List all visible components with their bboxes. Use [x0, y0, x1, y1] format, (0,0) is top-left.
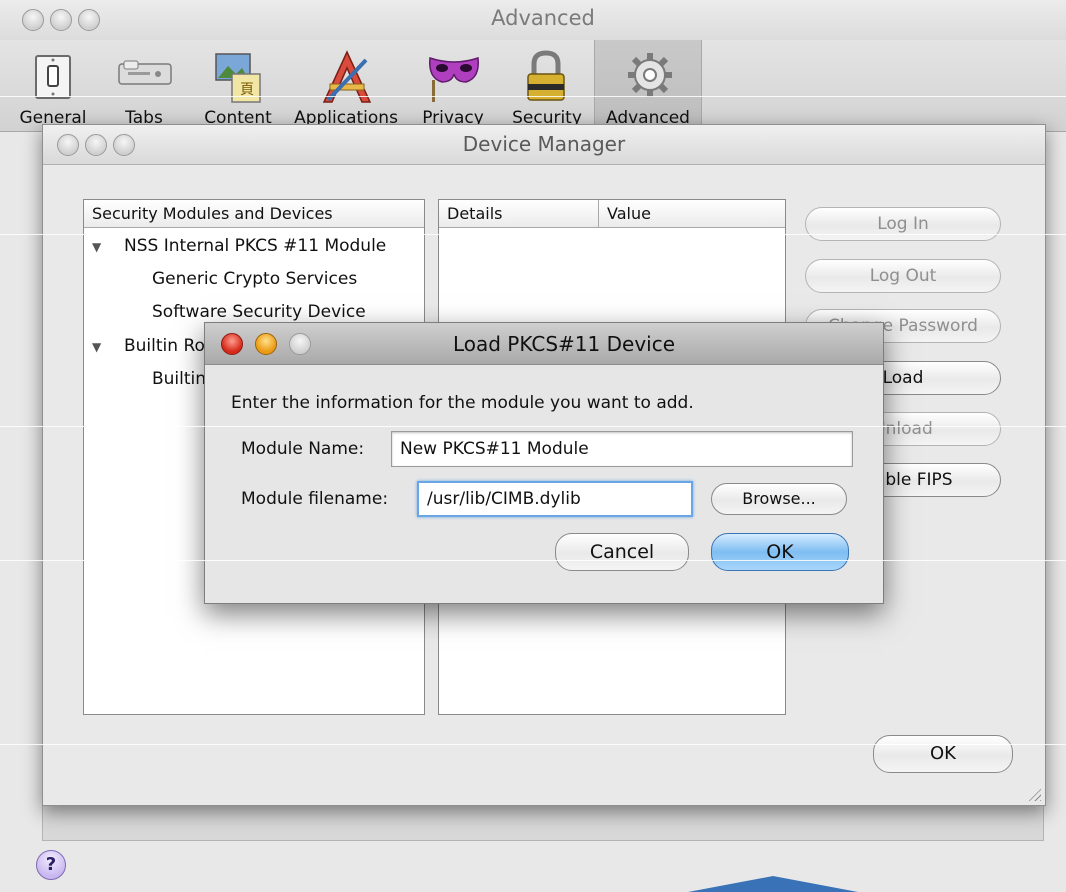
column-header-details[interactable]: Details: [439, 200, 599, 228]
device-manager-ok-button[interactable]: OK: [873, 735, 1013, 773]
load-dialog-titlebar: Load PKCS#11 Device: [205, 323, 883, 365]
tree-item-nss-internal[interactable]: NSS Internal PKCS #11 Module: [124, 236, 386, 256]
decorative-wedge: [688, 876, 858, 892]
prefs-body-strip: [42, 805, 1044, 841]
scanline: [0, 234, 1066, 235]
device-manager-titlebar: Device Manager: [43, 125, 1045, 165]
load-dialog-prompt: Enter the information for the module you…: [231, 393, 694, 413]
log-out-button[interactable]: Log Out: [805, 259, 1001, 293]
toolbar-item-tabs[interactable]: Tabs: [98, 40, 190, 132]
browse-button[interactable]: Browse...: [711, 483, 847, 515]
toolbar-item-general[interactable]: General: [8, 40, 98, 132]
help-button[interactable]: ?: [36, 850, 66, 880]
log-in-button[interactable]: Log In: [805, 207, 1001, 241]
gear-icon: [628, 53, 672, 97]
scanline: [0, 426, 1066, 427]
toolbar-item-content[interactable]: 頁 Content: [190, 40, 286, 132]
tree-item-builtin-roots[interactable]: Builtin Ro: [124, 336, 205, 356]
toolbar-item-privacy[interactable]: Privacy: [406, 40, 500, 132]
tree-item-builtin[interactable]: Builtin: [152, 369, 206, 389]
prefs-window-title: Advanced: [491, 6, 595, 30]
disclosure-triangle-nss[interactable]: ▼: [92, 240, 101, 254]
prefs-titlebar: Advanced: [0, 0, 1066, 40]
device-manager-title: Device Manager: [462, 132, 626, 156]
module-name-field[interactable]: [391, 431, 853, 467]
scanline: [0, 560, 1066, 561]
toolbar-item-advanced[interactable]: Advanced: [594, 40, 702, 132]
prefs-toolbar: General Tabs 頁 Content Applications Priv…: [0, 40, 1066, 132]
scanline: [0, 744, 1066, 745]
module-filename-label: Module filename:: [241, 489, 389, 509]
module-name-label: Module Name:: [241, 439, 365, 459]
cancel-button[interactable]: Cancel: [555, 533, 689, 571]
tab-bar-icon: [118, 60, 172, 85]
load-dialog-ok-button[interactable]: OK: [711, 533, 849, 571]
scanline: [0, 96, 1066, 97]
resize-grip[interactable]: [1027, 787, 1041, 801]
disclosure-triangle-builtin[interactable]: ▼: [92, 340, 101, 354]
module-filename-field[interactable]: [417, 481, 693, 517]
tree-item-generic-crypto[interactable]: Generic Crypto Services: [152, 269, 357, 289]
load-pkcs11-dialog: Load PKCS#11 Device Enter the informatio…: [204, 322, 884, 604]
column-header-modules[interactable]: Security Modules and Devices: [84, 200, 424, 228]
load-dialog-title: Load PKCS#11 Device: [452, 332, 676, 356]
light-switch-icon: [35, 55, 71, 99]
tree-item-software-security[interactable]: Software Security Device: [152, 302, 366, 322]
column-header-value[interactable]: Value: [599, 200, 785, 228]
toolbar-item-applications[interactable]: Applications: [286, 40, 406, 132]
applications-pencil-icon: [322, 50, 372, 103]
toolbar-item-security[interactable]: Security: [500, 40, 594, 132]
